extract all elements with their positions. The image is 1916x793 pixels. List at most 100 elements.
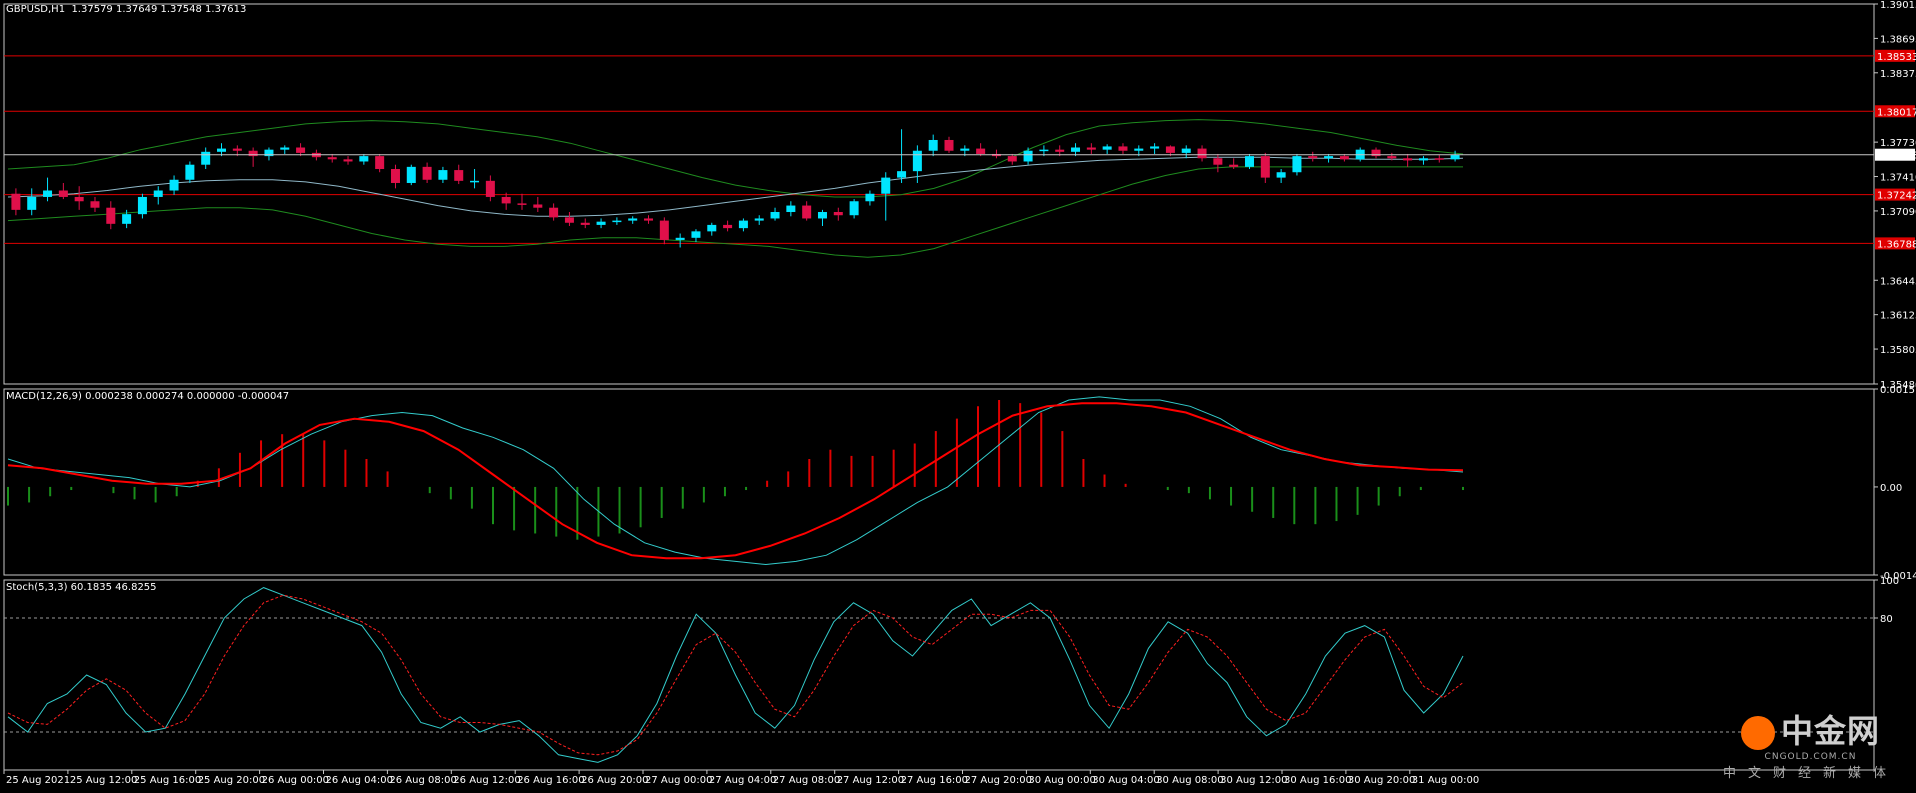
- candle-body: [185, 164, 195, 180]
- candle-body: [1387, 156, 1397, 159]
- candle-body: [454, 170, 464, 181]
- time-axis-label: 30 Aug 08:00: [1156, 775, 1223, 786]
- time-axis-label: 25 Aug 12:00: [70, 775, 137, 786]
- candle-body: [580, 222, 590, 225]
- candle-body: [833, 212, 843, 216]
- candle-body: [596, 221, 606, 225]
- candle-body: [74, 196, 84, 202]
- candle-body: [1055, 149, 1065, 152]
- time-axis-label: 27 Aug 16:00: [901, 775, 968, 786]
- time-axis-label: 25 Aug 2021: [6, 775, 70, 786]
- candle-body: [1118, 146, 1128, 151]
- candle-body: [1308, 156, 1318, 159]
- candle-body: [375, 156, 385, 170]
- candle-body: [1418, 158, 1428, 161]
- bollinger-upper-band: [7, 119, 1464, 198]
- candle-body: [1450, 155, 1460, 160]
- candle-body: [928, 139, 938, 151]
- time-axis-label: 26 Aug 04:00: [326, 775, 393, 786]
- candle-body: [802, 205, 812, 219]
- candle-body: [438, 170, 448, 180]
- candle-body: [280, 147, 290, 150]
- price-axis-label: 1.37730: [1880, 138, 1916, 149]
- time-axis-label: 27 Aug 12:00: [837, 775, 904, 786]
- price-level-label: 1.36788: [1877, 239, 1916, 250]
- time-axis-label: 30 Aug 20:00: [1348, 775, 1415, 786]
- stoch-k-line: [7, 587, 1464, 763]
- candle-body: [865, 193, 875, 202]
- candle-body: [754, 218, 764, 221]
- candle-body: [549, 207, 559, 218]
- candle-body: [517, 203, 527, 205]
- current-price-label: 1.37613: [1877, 151, 1916, 162]
- time-axis-label: 27 Aug 20:00: [965, 775, 1032, 786]
- candle-body: [849, 201, 859, 216]
- time-axis-label: 26 Aug 16:00: [517, 775, 584, 786]
- candle-body: [707, 224, 717, 232]
- time-axis-label: 27 Aug 00:00: [645, 775, 712, 786]
- candle-body: [1197, 148, 1207, 159]
- candle-body: [675, 237, 685, 240]
- time-axis-label: 27 Aug 04:00: [709, 775, 776, 786]
- candle-body: [1007, 156, 1017, 162]
- candle-body: [485, 180, 495, 197]
- candle-body: [691, 231, 701, 238]
- candle-body: [1276, 172, 1286, 178]
- stoch-pane-frame: [3, 579, 1875, 771]
- candle-body: [976, 148, 986, 154]
- candle-body: [1324, 156, 1334, 159]
- price-axis-label: 1.36445: [1880, 276, 1916, 287]
- watermark-subtitle: 中文财经新媒体: [1722, 766, 1898, 781]
- candle-body: [359, 156, 369, 162]
- macd-pane-frame: [3, 388, 1875, 576]
- watermark-logo: 中金网 CNGOLD.COM.CN 中文财经新媒体: [1723, 706, 1898, 781]
- time-axis-label: 26 Aug 12:00: [453, 775, 520, 786]
- trading-chart-window[interactable]: 1.39015 1.38695 1.38375 1.37730 1.37410 1.370…: [0, 0, 1916, 789]
- candle-body: [533, 204, 543, 208]
- time-axis-label: 26 Aug 20:00: [581, 775, 648, 786]
- candle-body: [470, 180, 480, 183]
- candle-body: [1229, 164, 1239, 167]
- candle-body: [1213, 158, 1223, 165]
- time-axis-label: 30 Aug 04:00: [1092, 775, 1159, 786]
- candle-body: [27, 196, 37, 210]
- candle-body: [1292, 156, 1302, 173]
- price-axis-label: 1.39015: [1880, 0, 1916, 11]
- candle-body: [1244, 156, 1254, 167]
- ohlc-values: 1.37579 1.37649 1.37548 1.37613: [71, 4, 247, 15]
- price-level-label: 1.38017: [1877, 107, 1916, 118]
- candle-body: [501, 196, 511, 204]
- candle-body: [1134, 148, 1144, 151]
- price-axis-label: 1.37410: [1880, 173, 1916, 184]
- candle-body: [1181, 148, 1191, 153]
- candle-body: [422, 166, 432, 180]
- candle-body: [897, 171, 907, 178]
- candle-body: [248, 150, 258, 157]
- candle-body: [770, 212, 780, 219]
- candle-body: [644, 218, 654, 221]
- symbol-label: GBPUSD,H1: [6, 4, 66, 15]
- symbol-header: GBPUSD,H1 1.37579 1.37649 1.37548 1.3761…: [6, 4, 246, 15]
- candle-body: [1403, 158, 1413, 161]
- watermark-url: CNGOLD.COM.CN: [1764, 752, 1857, 762]
- candle-body: [122, 214, 132, 224]
- candle-body: [1339, 156, 1349, 160]
- stoch-panel-label: Stoch(5,3,3) 60.1835 46.8255: [6, 582, 157, 593]
- candle-body: [106, 207, 116, 224]
- candle-body: [1071, 147, 1081, 152]
- candle-body: [944, 139, 954, 151]
- price-axis-label: 1.37090: [1880, 207, 1916, 218]
- price-level-label: 1.38533: [1877, 52, 1916, 63]
- candle-body: [58, 190, 68, 197]
- candle-body: [90, 201, 100, 208]
- candle-body: [1039, 149, 1049, 152]
- stoch-axis-label: 100: [1880, 576, 1899, 587]
- time-axis-label: 27 Aug 08:00: [773, 775, 840, 786]
- watermark-title: 中金网: [1780, 712, 1880, 750]
- candle-body: [327, 157, 337, 160]
- time-axis-label: 30 Aug 00:00: [1028, 775, 1095, 786]
- candle-body: [1434, 158, 1444, 160]
- candle-body: [1086, 147, 1096, 150]
- time-axis-label: 30 Aug 16:00: [1284, 775, 1351, 786]
- candle-body: [817, 212, 827, 219]
